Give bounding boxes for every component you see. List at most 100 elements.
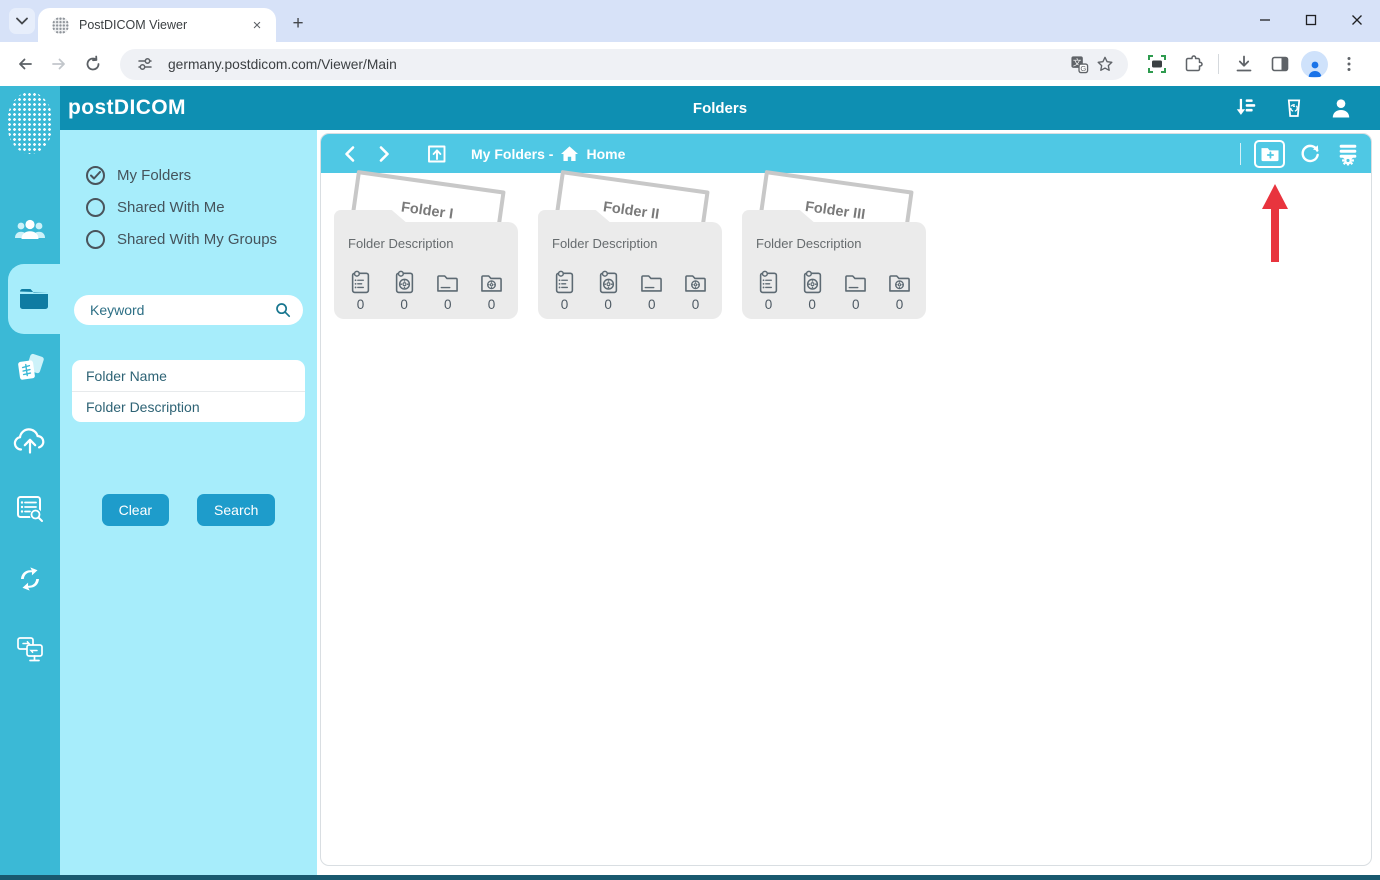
postdicom-app: Folders postDICOM My Folders Shared With… (0, 86, 1380, 880)
stat-clipboard-orders: 0 (347, 269, 374, 312)
stat-clipboard-orders: 0 (551, 269, 578, 312)
radio-unselected-icon (86, 230, 105, 249)
clipboard-orders-icon (351, 270, 370, 294)
page-title: Folders (692, 99, 748, 117)
folder-card-body[interactable]: Folder Description 0 0 0 0 (742, 222, 926, 319)
recycle-bin-icon[interactable] (1279, 93, 1309, 123)
arrow-head (1262, 184, 1288, 209)
patients-icon (15, 219, 45, 239)
folder-description: Folder Description (756, 236, 862, 251)
postdicom-dotted-logo-icon (7, 92, 53, 154)
stat-count: 0 (808, 297, 816, 312)
annotation-arrow-to-add-folder (1261, 184, 1289, 264)
home-icon[interactable] (560, 145, 579, 162)
folder-studies-icon (481, 275, 502, 292)
stat-clipboard-studies: 0 (595, 269, 622, 312)
breadcrumb-home[interactable]: Home (586, 146, 625, 162)
folder-card[interactable]: Folder II Folder Description 0 0 0 0 (538, 169, 722, 332)
reload-button[interactable] (76, 47, 110, 81)
back-button[interactable] (8, 47, 42, 81)
screenshot-extension-icon[interactable] (1142, 49, 1172, 79)
radio-shared-with-my-groups[interactable]: Shared With My Groups (86, 230, 317, 249)
rail-item-upload[interactable] (0, 404, 60, 474)
browser-profile-avatar[interactable] (1301, 50, 1328, 78)
stat-count: 0 (560, 297, 569, 312)
download-queue-icon[interactable] (1232, 93, 1262, 123)
close-tab-icon[interactable]: × (248, 16, 266, 34)
rail-item-studies[interactable] (0, 334, 60, 404)
cloud-upload-icon (13, 428, 45, 454)
toolbar-right-icons (1142, 49, 1372, 79)
stat-count: 0 (356, 297, 365, 312)
rail-item-sync[interactable] (0, 544, 60, 614)
folder-card[interactable]: Folder I Folder Description 0 0 0 0 (334, 169, 518, 332)
new-tab-button[interactable]: + (284, 10, 312, 38)
breadcrumb-back-button[interactable] (343, 145, 357, 163)
folders-icon (20, 289, 48, 309)
clipboard-studies-icon (803, 270, 821, 294)
folder-card-body[interactable]: Folder Description 0 0 0 0 (538, 222, 722, 319)
go-up-folder-button[interactable] (425, 142, 449, 166)
toolbar-separator (1218, 54, 1219, 74)
window-controls (1242, 0, 1380, 40)
keyword-input[interactable] (90, 302, 275, 318)
navigation-rail (0, 86, 60, 875)
sync-icon (21, 567, 39, 591)
downloads-icon[interactable] (1229, 49, 1259, 79)
rail-item-patients[interactable] (0, 194, 60, 264)
stat-shared-folder-studies: 0 (682, 269, 709, 312)
folders-content-panel: My Folders - Home Folder I Folder Descri… (320, 133, 1372, 866)
clear-button[interactable]: Clear (101, 494, 170, 526)
clipboard-studies-icon (599, 270, 617, 294)
search-icon (276, 303, 291, 318)
studies-icon (18, 353, 44, 380)
url-text[interactable]: germany.postdicom.com/Viewer/Main (168, 57, 1066, 72)
forward-button[interactable] (42, 47, 76, 81)
account-icon[interactable] (1326, 93, 1356, 123)
postdicom-favicon-icon (52, 16, 69, 34)
subfolder-icon (641, 275, 663, 292)
breadcrumb-forward-button[interactable] (377, 145, 391, 163)
close-window-button[interactable] (1334, 0, 1380, 40)
browser-menu-kebab-icon[interactable] (1334, 49, 1364, 79)
extensions-puzzle-icon[interactable] (1178, 49, 1208, 79)
stat-count: 0 (852, 297, 860, 312)
radio-unselected-icon (86, 198, 105, 217)
radio-label: Shared With My Groups (117, 231, 278, 248)
folder-card-body[interactable]: Folder Description 0 0 0 0 (334, 222, 518, 319)
clipboard-orders-icon (555, 270, 574, 294)
stat-clipboard-studies: 0 (799, 269, 826, 312)
stat-shared-folder-studies: 0 (478, 269, 505, 312)
radio-shared-with-me[interactable]: Shared With Me (86, 198, 317, 217)
folder-process-button[interactable] (1335, 142, 1361, 166)
keyword-search-box[interactable] (74, 295, 303, 325)
folder-name-input[interactable] (86, 367, 291, 384)
site-settings-icon[interactable] (132, 51, 158, 77)
clipboard-orders-icon (759, 270, 778, 294)
refresh-button[interactable] (1298, 142, 1322, 166)
translate-icon[interactable]: 文G (1066, 51, 1092, 77)
rail-item-folders[interactable] (8, 264, 60, 334)
breadcrumb-path[interactable]: My Folders - (471, 146, 553, 162)
add-folder-button[interactable] (1254, 139, 1285, 168)
rail-item-remote-devices[interactable] (0, 614, 60, 684)
stat-count: 0 (895, 297, 904, 312)
folder-description: Folder Description (552, 236, 658, 251)
folder-name-field[interactable] (72, 360, 305, 391)
tab-search-chevron-icon[interactable] (9, 8, 35, 34)
maximize-button[interactable] (1288, 0, 1334, 40)
folder-card[interactable]: Folder III Folder Description 0 0 0 0 (742, 169, 926, 332)
stat-count: 0 (691, 297, 700, 312)
stat-count: 0 (648, 297, 656, 312)
address-bar[interactable]: germany.postdicom.com/Viewer/Main 文G (120, 48, 1128, 80)
bookmark-star-icon[interactable] (1092, 51, 1118, 77)
side-panel-icon[interactable] (1265, 49, 1295, 79)
browser-tab[interactable]: PostDICOM Viewer × (38, 8, 276, 42)
rail-item-worklist[interactable] (0, 474, 60, 544)
minimize-button[interactable] (1242, 0, 1288, 40)
folder-description-field[interactable] (72, 391, 305, 422)
radio-my-folders[interactable]: My Folders (86, 166, 317, 185)
folder-process-icon (1339, 144, 1357, 165)
search-button[interactable]: Search (197, 494, 276, 526)
folder-description-input[interactable] (86, 399, 291, 415)
